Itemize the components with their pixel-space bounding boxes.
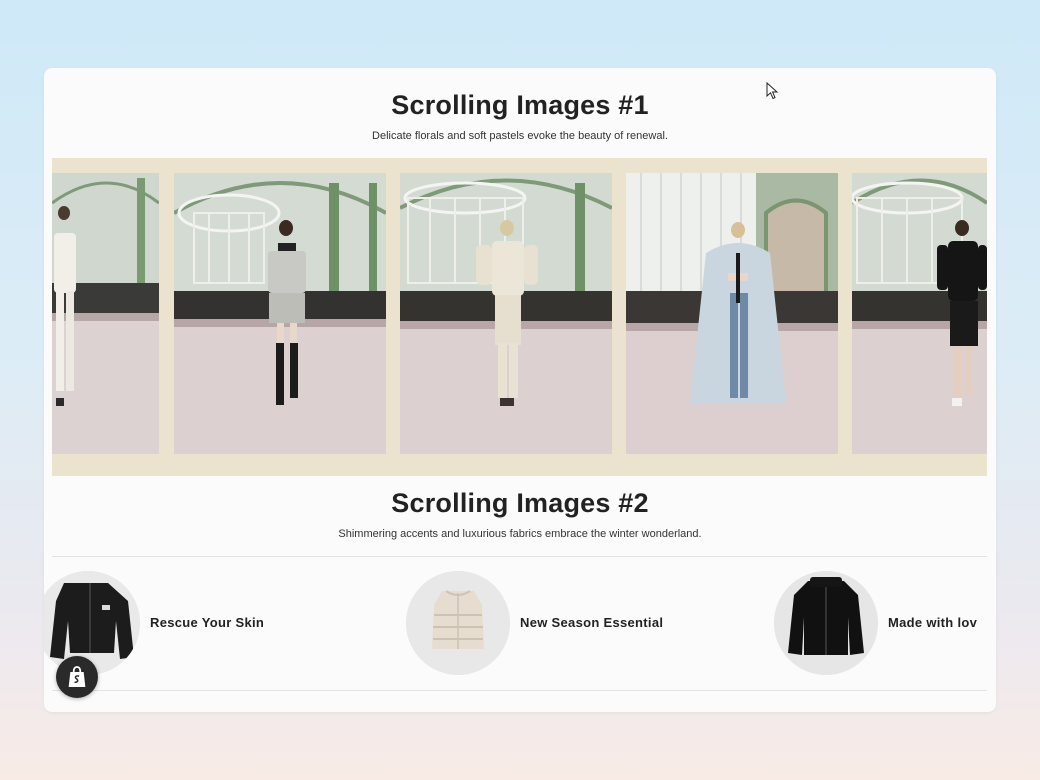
collection-item-label: New Season Essential — [520, 615, 664, 630]
section2-subtitle: Shimmering accents and luxurious fabrics… — [338, 528, 702, 540]
product-image-black-jacket — [44, 571, 140, 675]
runway-image-4 — [626, 173, 838, 454]
collection-item-3[interactable]: Made with lov — [774, 571, 996, 675]
runway-image-2 — [174, 173, 386, 454]
mouse-pointer-icon — [766, 81, 780, 100]
runway-image-1 — [52, 173, 159, 454]
shopify-bag-icon[interactable] — [56, 656, 98, 698]
divider-top — [52, 556, 987, 557]
divider-bottom — [52, 690, 987, 691]
content-card: Scrolling Images #1 Delicate florals and… — [44, 68, 996, 712]
collection-item-label: Rescue Your Skin — [150, 615, 265, 630]
runway-image-5 — [852, 173, 987, 454]
product-image-fleece-jacket — [774, 571, 878, 675]
section1-title: Scrolling Images #1 — [391, 90, 649, 120]
scrolling-image-strip[interactable] — [52, 158, 987, 476]
collection-item-2[interactable]: New Season Essential — [404, 571, 704, 675]
collection-item-label: Made with lov — [888, 615, 978, 630]
section2-title: Scrolling Images #2 — [391, 488, 649, 518]
section1-subtitle: Delicate florals and soft pastels evoke … — [372, 130, 668, 142]
product-image-puffer-vest — [406, 571, 510, 675]
runway-image-3 — [400, 173, 612, 454]
